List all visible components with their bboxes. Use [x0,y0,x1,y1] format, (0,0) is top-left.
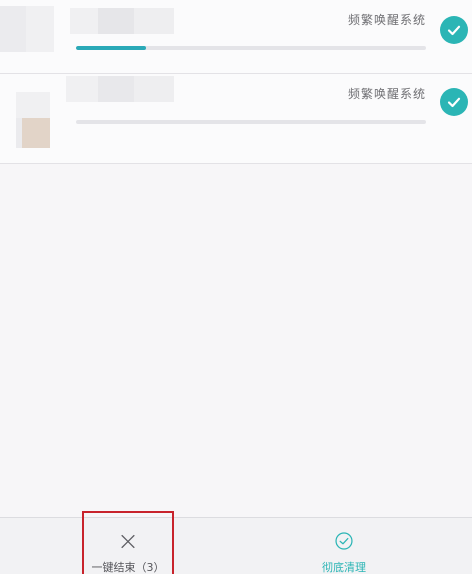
stop-all-button[interactable]: 一键结束（3） [82,511,174,574]
usage-progress-bar [76,46,426,50]
list-item[interactable]: 频繁唤醒系统 [0,74,472,164]
close-x-icon [121,534,135,549]
usage-progress-fill [76,46,146,50]
app-icon [0,6,54,58]
bottom-toolbar: 一键结束（3） 彻底清理 [0,511,472,574]
app-name [70,8,174,34]
deep-clean-button[interactable]: 彻底清理 [298,518,390,574]
stop-all-label: 一键结束（3） [91,561,165,574]
check-circle-icon[interactable] [440,16,468,44]
check-outline-circle-icon [335,532,353,550]
check-circle-icon[interactable] [440,88,468,116]
deep-clean-label: 彻底清理 [322,561,366,574]
app-icon [16,92,50,148]
list-item[interactable]: 频繁唤醒系统 [0,0,472,74]
app-name [66,76,174,102]
wake-reason-text: 频繁唤醒系统 [347,13,426,27]
wake-reason-text: 频繁唤醒系统 [347,87,426,101]
usage-progress-bar [76,120,426,124]
app-list: 频繁唤醒系统 频繁唤醒系统 [0,0,472,164]
